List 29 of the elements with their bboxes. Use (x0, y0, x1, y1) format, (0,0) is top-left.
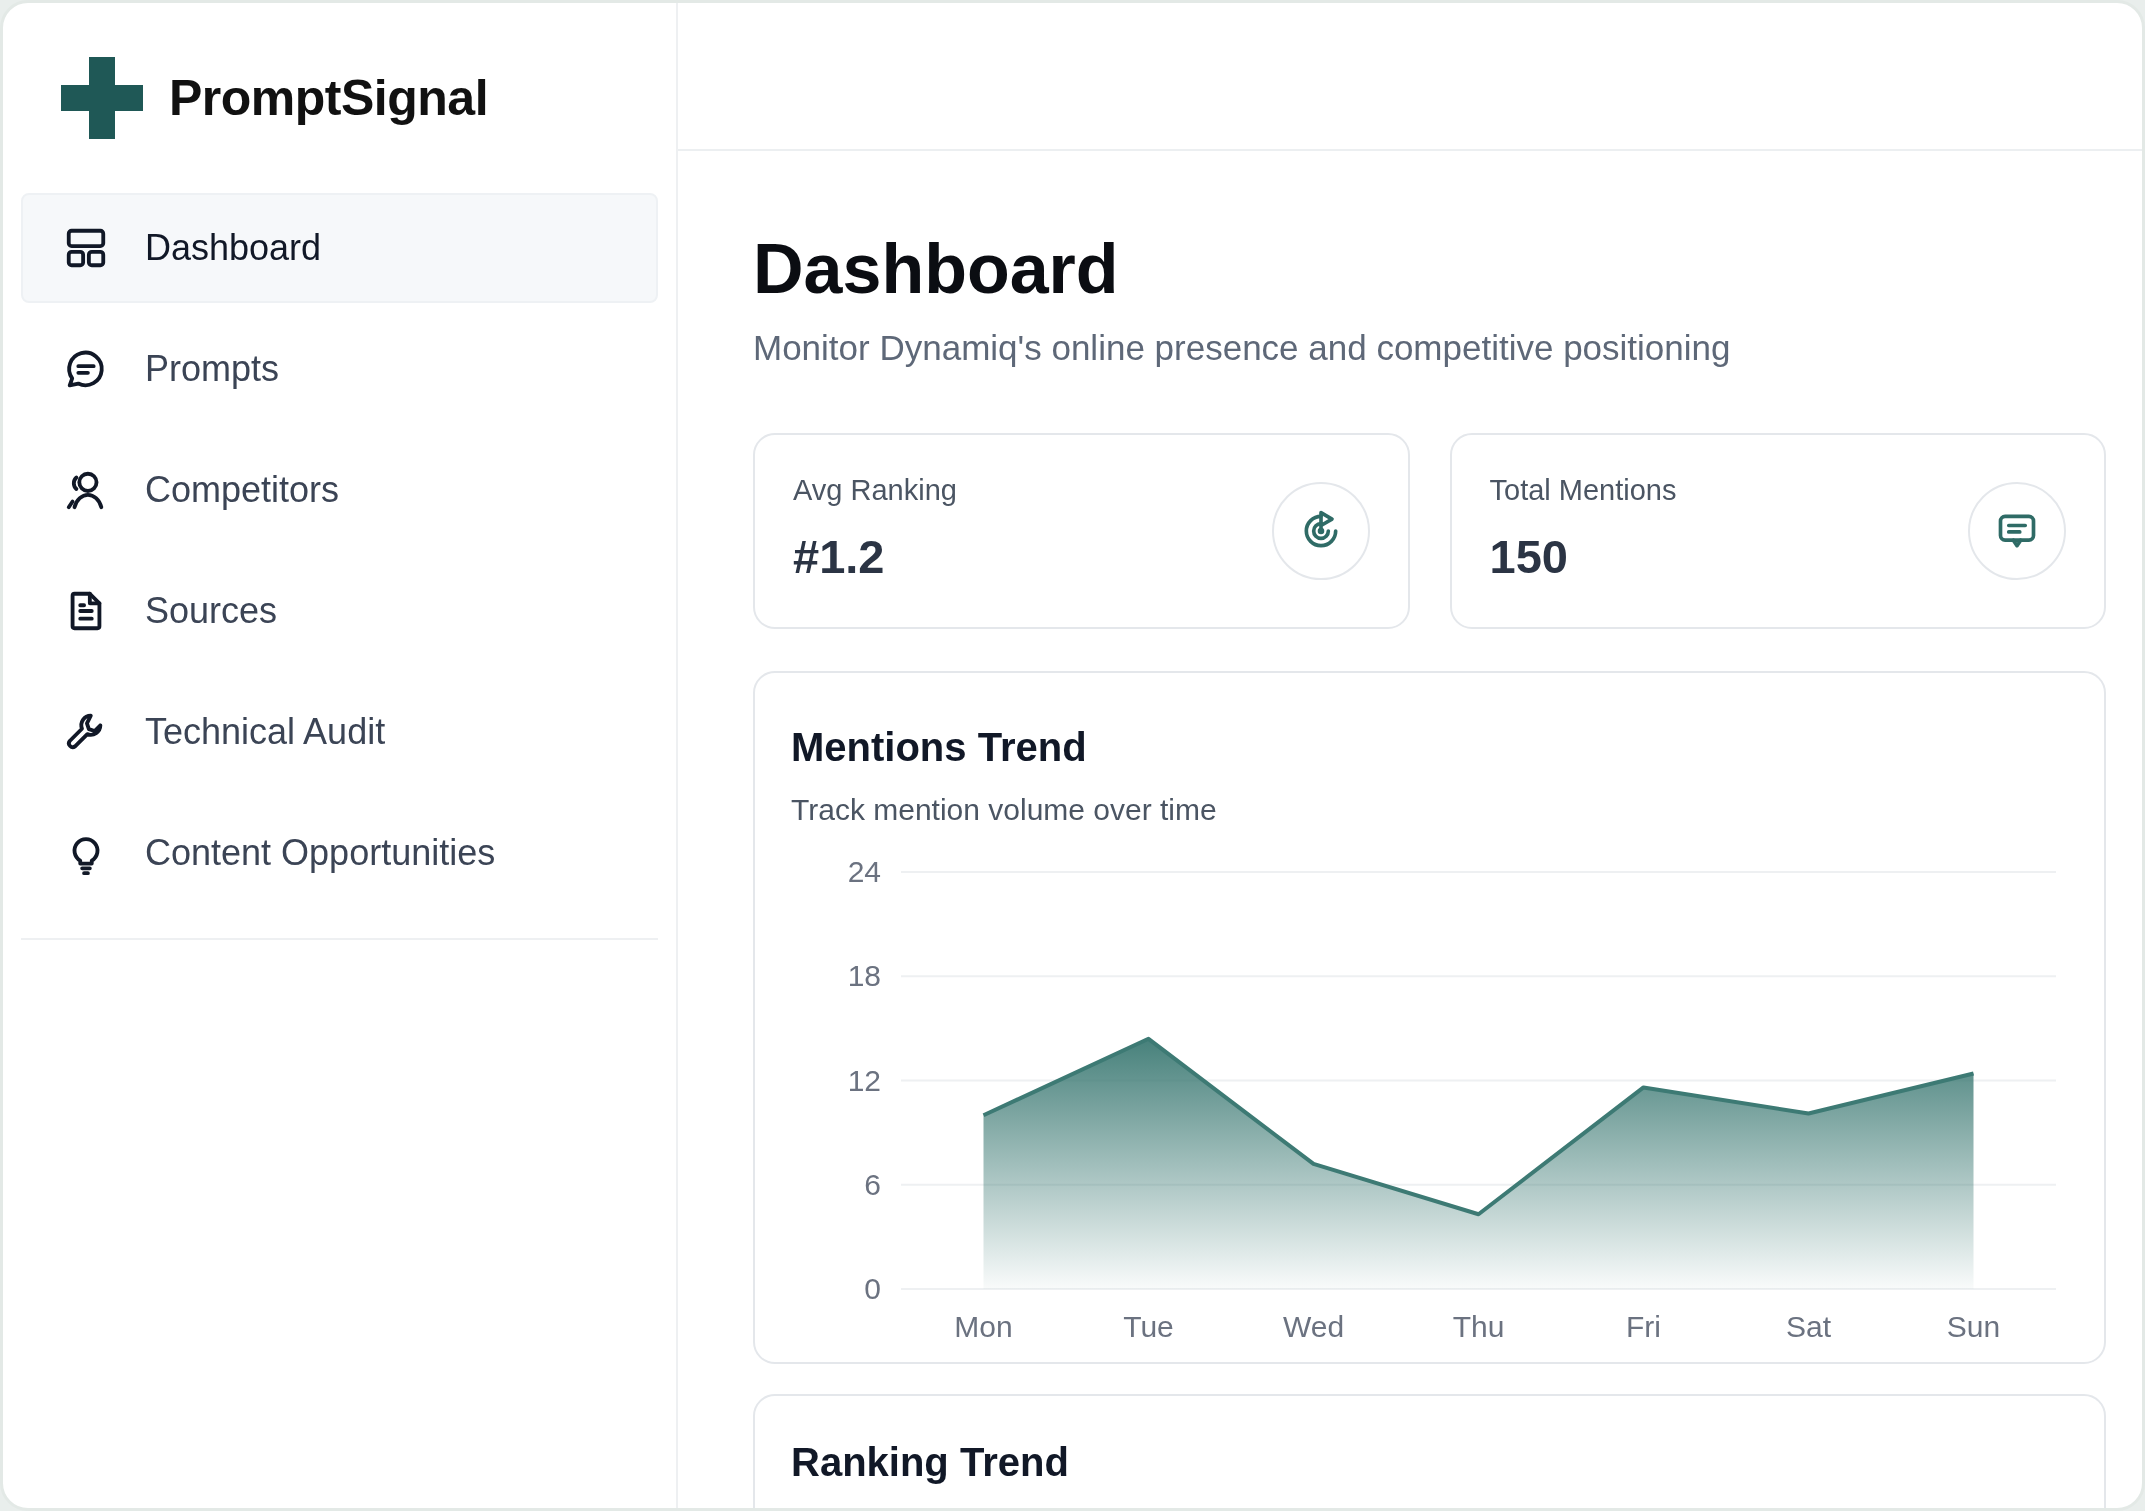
stat-label: Total Mentions (1489, 472, 1677, 508)
nav-item[interactable]: Competitors (21, 435, 658, 545)
page-subtitle: Monitor Dynamiq's online presence and competitive positioning (753, 327, 1732, 369)
stat-value: 150 (1489, 529, 1569, 585)
y-tick-label: 12 (847, 1063, 881, 1096)
x-tick-label: Wed (1282, 1309, 1345, 1342)
y-tick-label: 18 (847, 958, 881, 992)
x-tick-label: Sun (1946, 1309, 2001, 1342)
nav-item[interactable]: Technical Audit (21, 677, 658, 787)
brand-name: PromptSignal (169, 68, 489, 128)
nav-item[interactable]: Prompts (21, 314, 658, 424)
y-tick-label: 24 (847, 854, 881, 888)
y-tick-label: 0 (864, 1271, 881, 1305)
nav-item[interactable]: Dashboard (21, 193, 658, 303)
x-tick-label: Thu (1452, 1309, 1505, 1342)
chart-title: Mentions Trend (791, 723, 1088, 771)
x-tick-label: Tue (1123, 1309, 1174, 1342)
x-tick-label: Mon (954, 1309, 1013, 1342)
chart-subtitle: Track mention volume over time (791, 791, 1218, 828)
logo-icon (61, 57, 143, 139)
page-title: Dashboard (753, 231, 1120, 308)
stat-value: #1.2 (793, 529, 886, 585)
chart-title: Ranking Trend (791, 1438, 1070, 1486)
y-tick-label: 6 (864, 1167, 881, 1201)
nav-item[interactable]: Content Opportunities (21, 798, 658, 908)
x-tick-label: Fri (1626, 1309, 1661, 1342)
x-tick-label: Sat (1786, 1309, 1831, 1342)
nav-item[interactable]: Sources (21, 556, 658, 666)
stat-label: Avg Ranking (793, 472, 957, 508)
